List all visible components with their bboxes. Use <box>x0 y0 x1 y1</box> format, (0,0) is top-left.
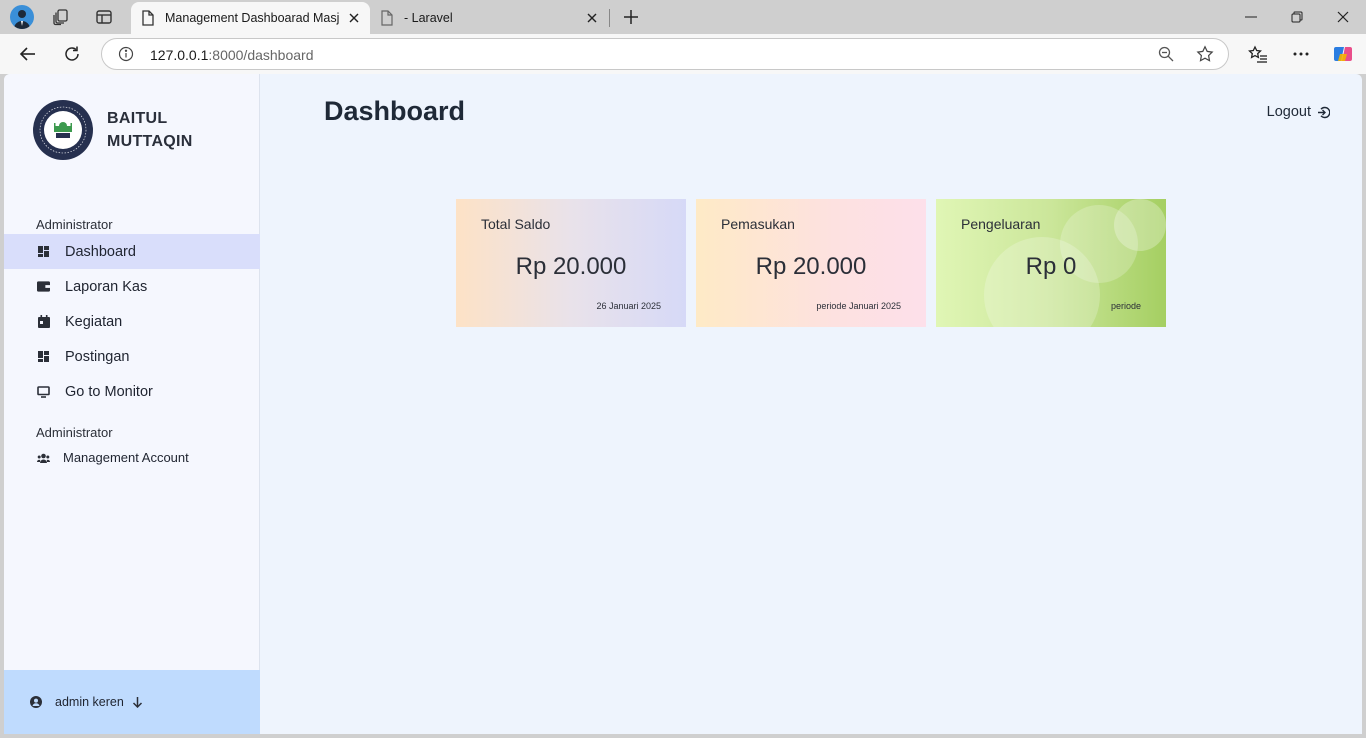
close-tab-icon[interactable] <box>584 10 600 26</box>
workspaces-icon[interactable] <box>50 6 72 28</box>
tab-title: Management Dashboarad Masjid <box>165 11 340 25</box>
user-circle-icon <box>30 696 42 708</box>
page-viewport: BAITUL MUTTAQIN Administrator Dashboard … <box>4 74 1362 734</box>
card-note: 26 Januari 2025 <box>596 301 661 311</box>
zoom-out-icon[interactable] <box>1158 46 1174 62</box>
new-tab-plus-icon[interactable] <box>620 6 642 28</box>
wallet-icon <box>37 280 50 293</box>
section-label-administrator-2: Administrator <box>36 425 113 440</box>
decorative-bubble <box>1114 199 1166 251</box>
sidebar-item-label: Management Account <box>63 450 189 465</box>
profile-avatar-icon[interactable] <box>10 5 34 29</box>
page-icon <box>380 10 394 26</box>
users-icon <box>37 451 50 464</box>
close-tab-icon[interactable] <box>346 10 362 26</box>
page-title: Dashboard <box>324 96 466 126</box>
tab-actions-icon[interactable] <box>93 6 115 28</box>
browser-toolbar: 127.0.0.1:8000/dashboard <box>0 34 1366 74</box>
card-label: Pemasukan <box>721 216 795 232</box>
card-value: Rp 20.000 <box>755 253 867 280</box>
section-label-administrator: Administrator <box>36 217 113 232</box>
brand-line2: MUTTAQIN <box>107 133 193 150</box>
stat-card-total-saldo: Total Saldo Rp 20.000 26 Januari 2025 <box>456 199 686 327</box>
monitor-icon <box>37 385 50 398</box>
sidebar-item-laporan-kas[interactable]: Laporan Kas <box>4 269 260 304</box>
sidebar: BAITUL MUTTAQIN Administrator Dashboard … <box>4 74 260 734</box>
calendar-icon <box>37 315 50 328</box>
sidebar-item-kegiatan[interactable]: Kegiatan <box>4 304 260 339</box>
brand[interactable]: BAITUL MUTTAQIN <box>33 100 207 160</box>
tab-divider <box>609 9 610 27</box>
user-name: admin keren <box>55 695 124 709</box>
mosque-logo-icon <box>33 100 93 160</box>
logout-button[interactable]: Logout <box>1267 104 1330 120</box>
card-label: Pengeluaran <box>961 216 1041 232</box>
sidebar-item-management-account[interactable]: Management Account <box>4 440 260 475</box>
tab-laravel[interactable]: - Laravel <box>372 2 608 34</box>
card-label: Total Saldo <box>481 216 551 232</box>
dashboard-icon <box>37 350 50 363</box>
browser-tab-bar: Management Dashboarad Masjid - Laravel <box>0 0 1366 34</box>
copilot-icon[interactable] <box>1332 43 1354 65</box>
sidebar-item-label: Laporan Kas <box>65 278 148 295</box>
url-text[interactable]: 127.0.0.1:8000/dashboard <box>150 47 313 63</box>
tab-dashboard[interactable]: Management Dashboarad Masjid <box>131 2 370 34</box>
page-icon <box>141 10 155 26</box>
back-arrow-icon[interactable] <box>17 43 39 65</box>
main-content: Dashboard Logout Total Saldo Rp 20.000 2… <box>260 74 1362 734</box>
card-value: Rp 20.000 <box>515 253 627 280</box>
sidebar-item-go-to-monitor[interactable]: Go to Monitor <box>4 374 260 409</box>
favorites-list-icon[interactable] <box>1247 43 1269 65</box>
sidebar-item-label: Go to Monitor <box>65 383 153 400</box>
brand-name: BAITUL MUTTAQIN <box>107 107 207 153</box>
logout-icon <box>1317 106 1330 119</box>
sidebar-item-label: Postingan <box>65 348 130 365</box>
brand-line1: BAITUL <box>107 110 168 127</box>
card-note: periode Januari 2025 <box>816 301 901 311</box>
refresh-icon[interactable] <box>61 43 83 65</box>
card-value: Rp 0 <box>1025 253 1077 280</box>
sidebar-item-postingan[interactable]: Postingan <box>4 339 260 374</box>
stat-card-pengeluaran: Pengeluaran Rp 0 periode <box>936 199 1166 327</box>
tab-title: - Laravel <box>404 11 453 25</box>
sidebar-item-label: Kegiatan <box>65 313 123 330</box>
sidebar-item-label: Dashboard <box>65 243 136 260</box>
restore-window-icon[interactable] <box>1274 0 1320 34</box>
user-menu[interactable]: admin keren <box>4 670 260 734</box>
favorite-star-icon[interactable] <box>1196 45 1214 63</box>
stat-card-pemasukan: Pemasukan Rp 20.000 periode Januari 2025 <box>696 199 926 327</box>
address-bar[interactable]: 127.0.0.1:8000/dashboard <box>101 38 1229 70</box>
site-info-icon[interactable] <box>118 46 134 62</box>
dashboard-icon <box>37 245 50 258</box>
logout-label: Logout <box>1266 104 1311 120</box>
minimize-window-icon[interactable] <box>1228 0 1274 34</box>
close-window-icon[interactable] <box>1320 0 1366 34</box>
sidebar-item-dashboard[interactable]: Dashboard <box>4 234 260 269</box>
more-options-icon[interactable] <box>1290 43 1312 65</box>
card-note: periode <box>1110 301 1141 311</box>
arrow-down-icon <box>132 696 143 708</box>
